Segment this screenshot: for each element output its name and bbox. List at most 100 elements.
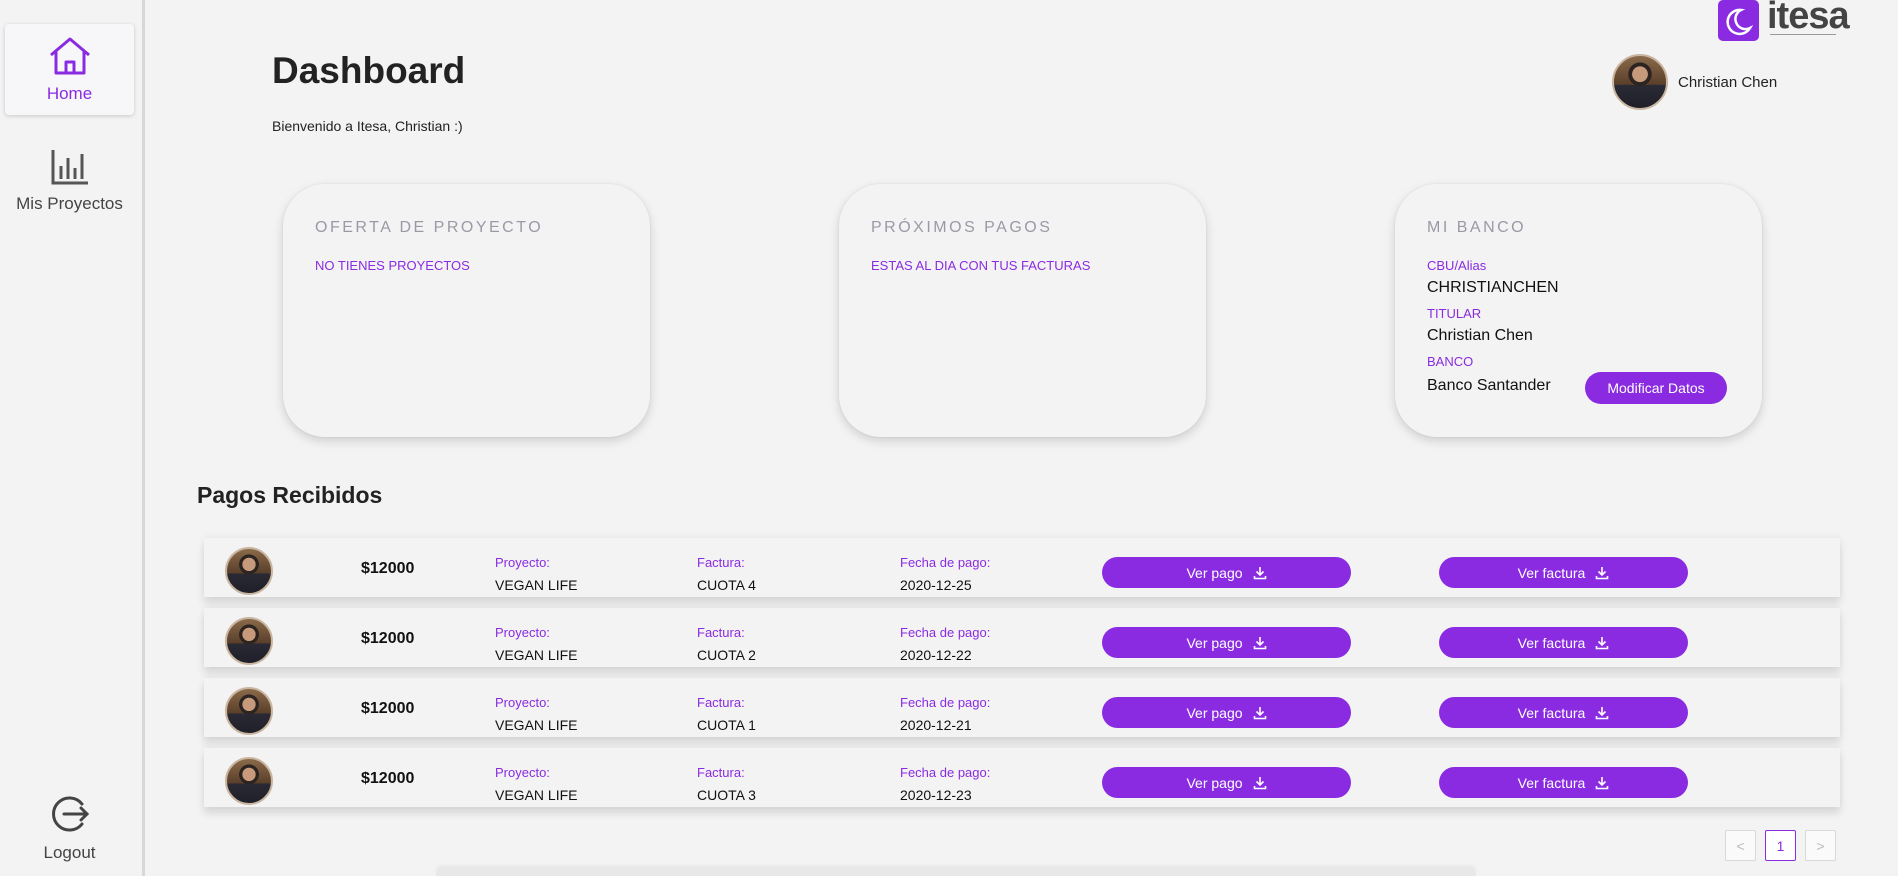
payment-amount: $12000	[361, 770, 415, 787]
invoice-label: Factura:	[697, 625, 745, 640]
view-payment-button[interactable]: Ver pago	[1102, 627, 1351, 658]
date-value: 2020-12-25	[900, 577, 972, 593]
project-cell: Proyecto: VEGAN LIFE	[495, 695, 577, 733]
logout-icon	[51, 796, 89, 831]
user-profile[interactable]: Christian Chen	[1612, 54, 1777, 110]
table-row: $12000 Proyecto: VEGAN LIFE Factura: CUOTA 3…	[204, 748, 1840, 807]
download-icon	[1596, 566, 1609, 579]
card-title: MI BANCO	[1427, 219, 1527, 236]
pagination-prev[interactable]: <	[1725, 830, 1756, 861]
invoice-value: CUOTA 1	[697, 717, 756, 733]
view-payment-label: Ver pago	[1186, 774, 1243, 791]
project-label: Proyecto:	[495, 625, 550, 640]
holder-label: TITULAR	[1427, 306, 1482, 321]
table-row: $12000 Proyecto: VEGAN LIFE Factura: CUOTA 2…	[204, 608, 1840, 667]
view-payment-label: Ver pago	[1186, 564, 1243, 581]
invoice-cell: Factura: CUOTA 4	[697, 555, 756, 593]
project-label: Proyecto:	[495, 695, 550, 710]
project-value: VEGAN LIFE	[495, 717, 578, 733]
download-icon	[1596, 776, 1609, 789]
section-title: Pagos Recibidos	[197, 482, 383, 508]
sidebar: Home Mis Proyectos Logout	[0, 0, 145, 876]
view-invoice-label: Ver factura	[1517, 774, 1586, 791]
bank-card: MI BANCO CBU/Alias CHRISTIANCHEN TITULAR…	[1395, 184, 1762, 437]
invoice-cell: Factura: CUOTA 2	[697, 625, 756, 663]
view-invoice-button[interactable]: Ver factura	[1439, 557, 1688, 588]
home-icon	[49, 37, 90, 74]
project-value: VEGAN LIFE	[495, 577, 578, 593]
project-cell: Proyecto: VEGAN LIFE	[495, 555, 577, 593]
card-title: PRÓXIMOS PAGOS	[871, 219, 1053, 236]
sidebar-item-mis-proyectos[interactable]: Mis Proyectos	[5, 135, 134, 226]
bar-chart-icon	[51, 149, 88, 184]
date-label: Fecha de pago:	[900, 695, 991, 710]
payment-amount: $12000	[361, 560, 415, 577]
avatar	[1612, 54, 1668, 110]
view-payment-button[interactable]: Ver pago	[1102, 697, 1351, 728]
modify-data-button[interactable]: Modificar Datos	[1585, 372, 1727, 404]
invoice-value: CUOTA 2	[697, 647, 756, 663]
table-row: $12000 Proyecto: VEGAN LIFE Factura: CUOTA 4…	[204, 538, 1840, 597]
download-icon	[1596, 706, 1609, 719]
logout-button[interactable]: Logout	[5, 782, 134, 873]
pagination-page[interactable]: 1	[1765, 830, 1796, 861]
upcoming-payments-card: PRÓXIMOS PAGOS ESTAS AL DIA CON TUS FACT…	[839, 184, 1206, 437]
invoice-value: CUOTA 3	[697, 787, 756, 803]
date-cell: Fecha de pago: 2020-12-23	[900, 765, 990, 803]
holder-value: Christian Chen	[1427, 327, 1533, 344]
date-value: 2020-12-22	[900, 647, 972, 663]
invoice-label: Factura:	[697, 765, 745, 780]
view-invoice-button[interactable]: Ver factura	[1439, 697, 1688, 728]
brand-tagline-line	[1770, 34, 1836, 37]
sidebar-item-home[interactable]: Home	[5, 24, 134, 115]
invoice-cell: Factura: CUOTA 1	[697, 695, 756, 733]
payment-amount: $12000	[361, 630, 415, 647]
project-label: Proyecto:	[495, 765, 550, 780]
view-invoice-button[interactable]: Ver factura	[1439, 767, 1688, 798]
date-cell: Fecha de pago: 2020-12-25	[900, 555, 990, 593]
avatar	[225, 547, 273, 595]
date-value: 2020-12-23	[900, 787, 972, 803]
view-payment-label: Ver pago	[1186, 704, 1243, 721]
brand-logo[interactable]: itesa	[1718, 0, 1850, 41]
download-icon	[1596, 636, 1609, 649]
avatar	[225, 687, 273, 735]
avatar	[225, 757, 273, 805]
page-title: Dashboard	[272, 50, 466, 91]
date-cell: Fecha de pago: 2020-12-21	[900, 695, 990, 733]
date-label: Fecha de pago:	[900, 625, 991, 640]
sidebar-item-label: Mis Proyectos	[16, 193, 123, 213]
card-message: NO TIENES PROYECTOS	[315, 258, 470, 273]
project-offer-card: OFERTA DE PROYECTO NO TIENES PROYECTOS	[283, 184, 650, 437]
project-label: Proyecto:	[495, 555, 550, 570]
invoice-cell: Factura: CUOTA 3	[697, 765, 756, 803]
view-payment-button[interactable]: Ver pago	[1102, 767, 1351, 798]
card-message: ESTAS AL DIA CON TUS FACTURAS	[871, 258, 1091, 273]
view-payment-label: Ver pago	[1186, 634, 1243, 651]
bank-label: BANCO	[1427, 354, 1474, 369]
view-invoice-button[interactable]: Ver factura	[1439, 627, 1688, 658]
pagination-next[interactable]: >	[1805, 830, 1836, 861]
logout-label: Logout	[43, 842, 96, 862]
view-payment-button[interactable]: Ver pago	[1102, 557, 1351, 588]
invoice-label: Factura:	[697, 695, 745, 710]
project-value: VEGAN LIFE	[495, 787, 578, 803]
card-title: OFERTA DE PROYECTO	[315, 219, 544, 236]
date-cell: Fecha de pago: 2020-12-22	[900, 625, 990, 663]
invoice-label: Factura:	[697, 555, 745, 570]
project-cell: Proyecto: VEGAN LIFE	[495, 765, 577, 803]
view-invoice-label: Ver factura	[1517, 634, 1586, 651]
brand-name: itesa	[1767, 0, 1850, 37]
avatar	[225, 617, 273, 665]
download-icon	[1253, 776, 1266, 789]
download-icon	[1253, 566, 1266, 579]
user-name: Christian Chen	[1678, 73, 1778, 91]
invoice-value: CUOTA 4	[697, 577, 756, 593]
project-value: VEGAN LIFE	[495, 647, 578, 663]
date-label: Fecha de pago:	[900, 765, 991, 780]
view-invoice-label: Ver factura	[1517, 704, 1586, 721]
moon-icon	[1718, 0, 1759, 41]
download-icon	[1253, 706, 1266, 719]
welcome-message: Bienvenido a Itesa, Christian :)	[272, 118, 463, 134]
date-label: Fecha de pago:	[900, 555, 991, 570]
